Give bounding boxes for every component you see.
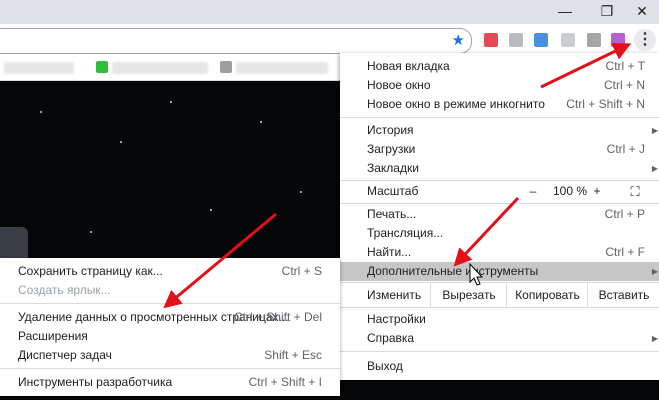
extension-icon[interactable] <box>484 33 498 47</box>
extension-icon[interactable] <box>509 33 523 47</box>
submenu-item-shortcut: Shift + Esc <box>264 348 322 362</box>
star-dot <box>120 141 122 143</box>
menu-item-downloads[interactable]: Загрузки Ctrl + J <box>340 140 659 159</box>
zoom-level-value: 100 % <box>552 184 588 198</box>
submenu-item-shortcut: Ctrl + Shift + Del <box>233 310 322 324</box>
menu-separator <box>340 203 659 204</box>
submenu-item-shortcut: Ctrl + S <box>281 264 322 278</box>
submenu-item-create-shortcut[interactable]: Создать ярлык... <box>0 281 340 300</box>
submenu-item-label: Создать ярлык... <box>18 283 111 297</box>
fullscreen-icon[interactable]: ⛶ <box>628 182 642 201</box>
menu-item-shortcut: Ctrl + J <box>606 142 645 156</box>
star-dot <box>170 101 172 103</box>
menu-item-label: Дополнительные инструменты <box>367 264 539 278</box>
chevron-right-icon: ▶ <box>651 334 658 343</box>
submenu-item-label: Сохранить страницу как... <box>18 264 163 278</box>
menu-item-incognito[interactable]: Новое окно в режиме инкогнито Ctrl + Shi… <box>340 95 659 114</box>
submenu-item-extensions[interactable]: Расширения <box>0 327 340 346</box>
menu-item-label: Справка <box>367 331 415 345</box>
menu-separator <box>0 368 340 369</box>
menu-item-label: Настройки <box>367 312 426 326</box>
submenu-item-shortcut: Ctrl + Shift + I <box>248 375 322 389</box>
chevron-right-icon: ▶ <box>651 126 658 135</box>
kebab-menu-icon[interactable]: ⋮ <box>634 29 656 51</box>
menu-item-label: Найти... <box>367 245 412 259</box>
menu-separator <box>340 180 659 181</box>
chevron-right-icon: ▶ <box>651 164 658 173</box>
menu-separator <box>340 307 659 308</box>
menu-item-shortcut: Ctrl + F <box>605 245 645 259</box>
menu-item-label: Новая вкладка <box>367 59 450 73</box>
menu-separator <box>340 117 659 118</box>
submenu-item-label: Инструменты разработчика <box>18 375 173 389</box>
minimize-button[interactable]: — <box>548 0 582 22</box>
paste-button[interactable]: Вставить <box>587 283 659 307</box>
star-dot <box>260 121 262 123</box>
menu-item-label: Выход <box>367 359 403 373</box>
zoom-in-button[interactable]: + <box>590 182 604 201</box>
menu-item-label: Новое окно в режиме инкогнито <box>367 97 545 111</box>
menu-item-shortcut: Ctrl + P <box>604 207 645 221</box>
star-dot <box>90 231 92 233</box>
bookmark-item[interactable] <box>236 62 328 74</box>
cut-button[interactable]: Вырезать <box>430 283 507 307</box>
more-tools-submenu: Сохранить страницу как... Ctrl + S Созда… <box>0 258 340 396</box>
submenu-item-save-page[interactable]: Сохранить страницу как... Ctrl + S <box>0 262 340 281</box>
extension-icon[interactable] <box>611 33 625 47</box>
extension-icon[interactable] <box>587 33 601 47</box>
star-dot <box>40 111 42 113</box>
menu-item-exit[interactable]: Выход <box>340 357 659 376</box>
menu-edit-row: Изменить Вырезать Копировать Вставить <box>340 283 659 307</box>
menu-item-label: Новое окно <box>367 78 431 92</box>
menu-item-label: Трансляция... <box>367 226 444 240</box>
menu-item-label: Загрузки <box>367 142 416 156</box>
submenu-item-clear-browsing-data[interactable]: Удаление данных о просмотренных страница… <box>0 308 340 327</box>
menu-item-shortcut: Ctrl + Shift + N <box>566 97 645 111</box>
bookmark-item[interactable] <box>4 62 74 74</box>
menu-item-more-tools[interactable]: Дополнительные инструменты ▶ <box>340 262 659 281</box>
menu-item-settings[interactable]: Настройки <box>340 310 659 329</box>
zoom-label: Масштаб <box>367 184 419 198</box>
menu-item-shortcut: Ctrl + T <box>605 59 645 73</box>
title-bar: — ❐ ✕ <box>0 0 659 24</box>
menu-item-shortcut: Ctrl + N <box>603 78 645 92</box>
copy-button[interactable]: Копировать <box>506 283 588 307</box>
star-dot <box>300 191 302 193</box>
extension-icon[interactable] <box>534 33 548 47</box>
menu-item-label: Печать... <box>367 207 417 221</box>
submenu-item-label: Расширения <box>18 329 88 343</box>
menu-item-history[interactable]: История ▶ <box>340 121 659 140</box>
close-button[interactable]: ✕ <box>625 0 659 22</box>
menu-item-help[interactable]: Справка ▶ <box>340 329 659 348</box>
address-bar[interactable]: ★ <box>0 28 472 54</box>
submenu-item-label: Диспетчер задач <box>18 348 112 362</box>
zoom-out-button[interactable]: – <box>526 182 540 201</box>
submenu-item-developer-tools[interactable]: Инструменты разработчика Ctrl + Shift + … <box>0 373 340 392</box>
menu-item-bookmarks[interactable]: Закладки ▶ <box>340 159 659 178</box>
bookmark-favicon <box>220 61 232 73</box>
bookmark-favicon <box>96 61 108 73</box>
edit-label: Изменить <box>367 288 422 302</box>
menu-item-label: Закладки <box>367 161 419 175</box>
menu-item-new-window[interactable]: Новое окно Ctrl + N <box>340 76 659 95</box>
submenu-item-task-manager[interactable]: Диспетчер задач Shift + Esc <box>0 346 340 365</box>
chevron-right-icon: ▶ <box>651 267 658 276</box>
restore-button[interactable]: ❐ <box>590 0 624 22</box>
menu-item-find[interactable]: Найти... Ctrl + F <box>340 243 659 262</box>
star-dot <box>210 209 212 211</box>
menu-separator <box>0 303 340 304</box>
menu-separator <box>340 351 659 352</box>
extension-icon[interactable] <box>561 33 575 47</box>
menu-item-label: История <box>367 123 414 137</box>
bookmark-item[interactable] <box>112 62 208 74</box>
menu-item-cast[interactable]: Трансляция... <box>340 224 659 243</box>
star-icon[interactable]: ★ <box>452 31 465 51</box>
menu-zoom-row: Масштаб – 100 % + ⛶ <box>340 182 659 201</box>
menu-item-print[interactable]: Печать... Ctrl + P <box>340 205 659 224</box>
menu-item-new-tab[interactable]: Новая вкладка Ctrl + T <box>340 57 659 76</box>
chrome-main-menu: Новая вкладка Ctrl + T Новое окно Ctrl +… <box>340 53 659 380</box>
